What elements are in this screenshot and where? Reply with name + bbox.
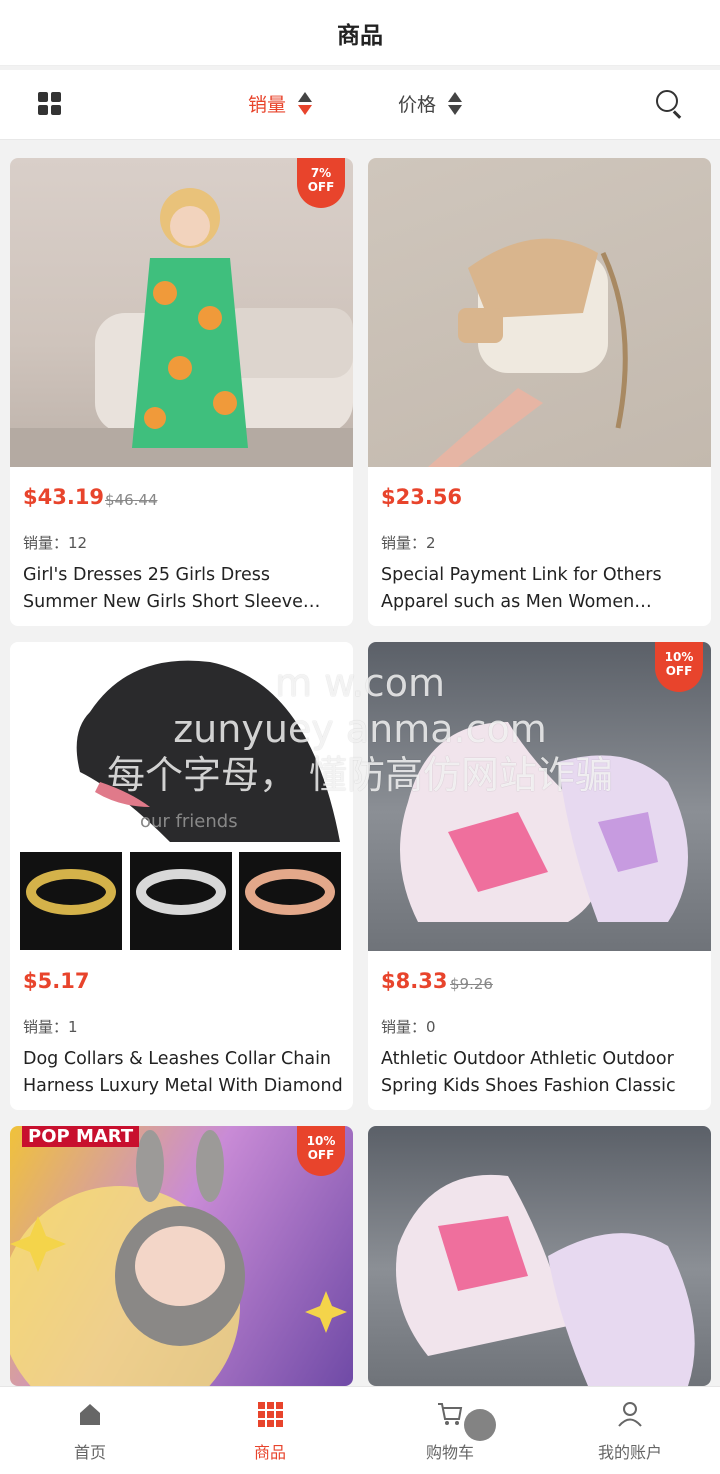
discount-badge: 10% OFF — [297, 1126, 345, 1176]
home-icon — [80, 1404, 100, 1425]
original-price: $9.26 — [450, 975, 493, 993]
brand-logo: POP MART — [22, 1126, 140, 1147]
tab-label: 首页 — [73, 1443, 106, 1462]
bottom-tab-bar: 首页 商品 购物车 我的账户 — [0, 1386, 720, 1474]
product-image — [10, 158, 353, 467]
product-image — [368, 1126, 711, 1386]
filter-bar: 销量 价格 — [0, 70, 720, 140]
product-name: Dog Collars & Leashes Collar Chain Harne… — [23, 1049, 343, 1096]
product-price: $43.19 — [23, 485, 105, 509]
product-card[interactable] — [368, 1126, 711, 1386]
sort-arrows-icon — [448, 92, 463, 115]
tab-products[interactable]: 商品 — [180, 1387, 360, 1474]
sales-count: 销量：0 — [381, 1018, 436, 1036]
sort-sales-label: 销量 — [248, 94, 287, 116]
sales-count: 销量：1 — [23, 1018, 78, 1036]
grid-view-icon[interactable] — [38, 92, 62, 116]
discount-badge: 7% OFF — [297, 158, 345, 208]
cart-icon — [438, 1403, 463, 1425]
page-title: 商品 — [337, 22, 383, 49]
product-card[interactable]: our friends $5.17 销量：1 Dog Collars & Lea… — [10, 642, 353, 1110]
grid-icon — [258, 1402, 283, 1427]
sort-price-label: 价格 — [398, 94, 437, 116]
sort-arrows-icon — [298, 92, 313, 115]
floating-dot — [464, 1409, 496, 1441]
tab-label: 商品 — [253, 1443, 286, 1462]
product-image — [368, 158, 711, 467]
product-name: Special Payment Link for Others Apparel … — [381, 565, 662, 612]
tab-home[interactable]: 首页 — [0, 1387, 180, 1474]
search-icon[interactable] — [656, 90, 684, 119]
product-card[interactable]: $23.56 销量：2 Special Payment Link for Oth… — [368, 158, 711, 626]
sales-count: 销量：2 — [381, 534, 436, 552]
sort-by-price-button[interactable]: 价格 — [398, 90, 463, 117]
product-price: $23.56 — [381, 485, 463, 509]
tab-label: 购物车 — [425, 1443, 474, 1462]
product-name: Athletic Outdoor Athletic Outdoor Spring… — [381, 1049, 676, 1096]
svg-text:our friends: our friends — [140, 811, 238, 832]
top-bar: 商品 — [0, 0, 720, 66]
sales-count: 销量：12 — [23, 534, 88, 552]
tab-cart[interactable]: 购物车 — [360, 1387, 540, 1474]
user-icon — [618, 1402, 642, 1427]
product-card[interactable]: 7% OFF $43.19 $46.44 销量：12 Girl's Dresse… — [10, 158, 353, 626]
product-card[interactable]: 10% OFF $8.33 $9.26 销量：0 Athletic Outdoo… — [368, 642, 711, 1110]
product-image — [368, 642, 711, 951]
product-price: $8.33 — [381, 969, 448, 993]
product-image: our friends — [10, 642, 353, 951]
tab-label: 我的账户 — [597, 1443, 662, 1462]
product-price: $5.17 — [23, 969, 90, 993]
product-card[interactable]: POP MART 10% OFF — [10, 1126, 353, 1386]
discount-badge: 10% OFF — [655, 642, 703, 692]
original-price: $46.44 — [105, 491, 158, 509]
tab-account[interactable]: 我的账户 — [540, 1387, 720, 1474]
sort-by-sales-button[interactable]: 销量 — [248, 90, 313, 117]
product-name: Girl's Dresses 25 Girls Dress Summer New… — [23, 565, 303, 612]
